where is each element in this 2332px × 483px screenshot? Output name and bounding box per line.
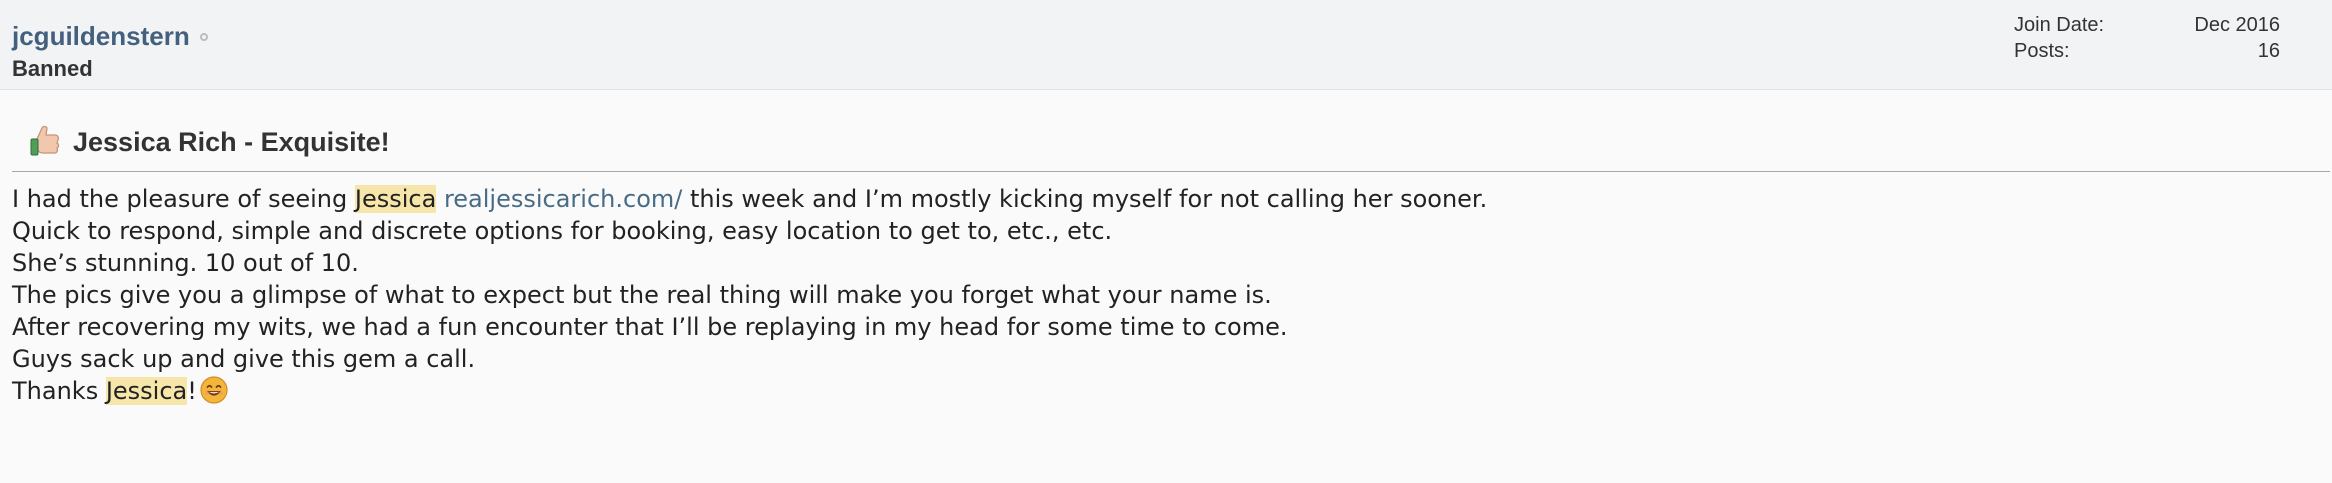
posts-value: 16	[2257, 40, 2280, 62]
post-divider	[12, 171, 2330, 172]
post-title: Jessica Rich - Exquisite!	[73, 126, 390, 157]
join-date-value: Dec 2016	[2194, 14, 2280, 36]
posts-label: Posts:	[2014, 40, 2070, 62]
username-row: jcguildenstern	[12, 18, 208, 54]
user-block: jcguildenstern Banned	[12, 18, 208, 82]
offline-status-icon	[199, 33, 208, 41]
thumbs-up-icon	[29, 125, 61, 159]
message-line-7-prefix: Thanks	[12, 377, 106, 405]
message-line-1-prefix: I had the pleasure of seeing	[12, 185, 355, 213]
message-line-4: The pics give you a glimpse of what to e…	[12, 281, 1272, 309]
highlighted-name: Jessica	[354, 185, 437, 213]
user-stats: Join Date: Dec 2016 Posts: 16	[2014, 12, 2280, 64]
message-line-5: After recovering my wits, we had a fun e…	[12, 313, 1288, 341]
post-message: I had the pleasure of seeing Jessica rea…	[12, 183, 2272, 407]
message-line-2: Quick to respond, simple and discrete op…	[12, 217, 1113, 245]
post-title-row: Jessica Rich - Exquisite!	[29, 120, 390, 164]
message-line-3: She’s stunning. 10 out of 10.	[12, 249, 359, 277]
posts-row: Posts: 16	[2014, 38, 2280, 64]
smile-emoji-icon	[199, 375, 229, 405]
username-link[interactable]: jcguildenstern	[12, 21, 190, 52]
message-line-7: Thanks Jessica!	[12, 375, 2272, 407]
message-line-7-suffix: !	[187, 377, 197, 405]
message-line-1: I had the pleasure of seeing Jessica rea…	[12, 183, 2272, 215]
message-line-6: Guys sack up and give this gem a call.	[12, 345, 476, 373]
website-link[interactable]: realjessicarich.com/	[444, 185, 682, 213]
join-date-row: Join Date: Dec 2016	[2014, 12, 2280, 38]
post-header: jcguildenstern Banned Join Date: Dec 201…	[0, 0, 2332, 90]
join-date-label: Join Date:	[2014, 14, 2105, 36]
user-rank: Banned	[12, 56, 93, 81]
message-line-1-suffix: this week and I’m mostly kicking myself …	[682, 185, 1488, 213]
highlighted-name-2: Jessica	[105, 377, 188, 405]
